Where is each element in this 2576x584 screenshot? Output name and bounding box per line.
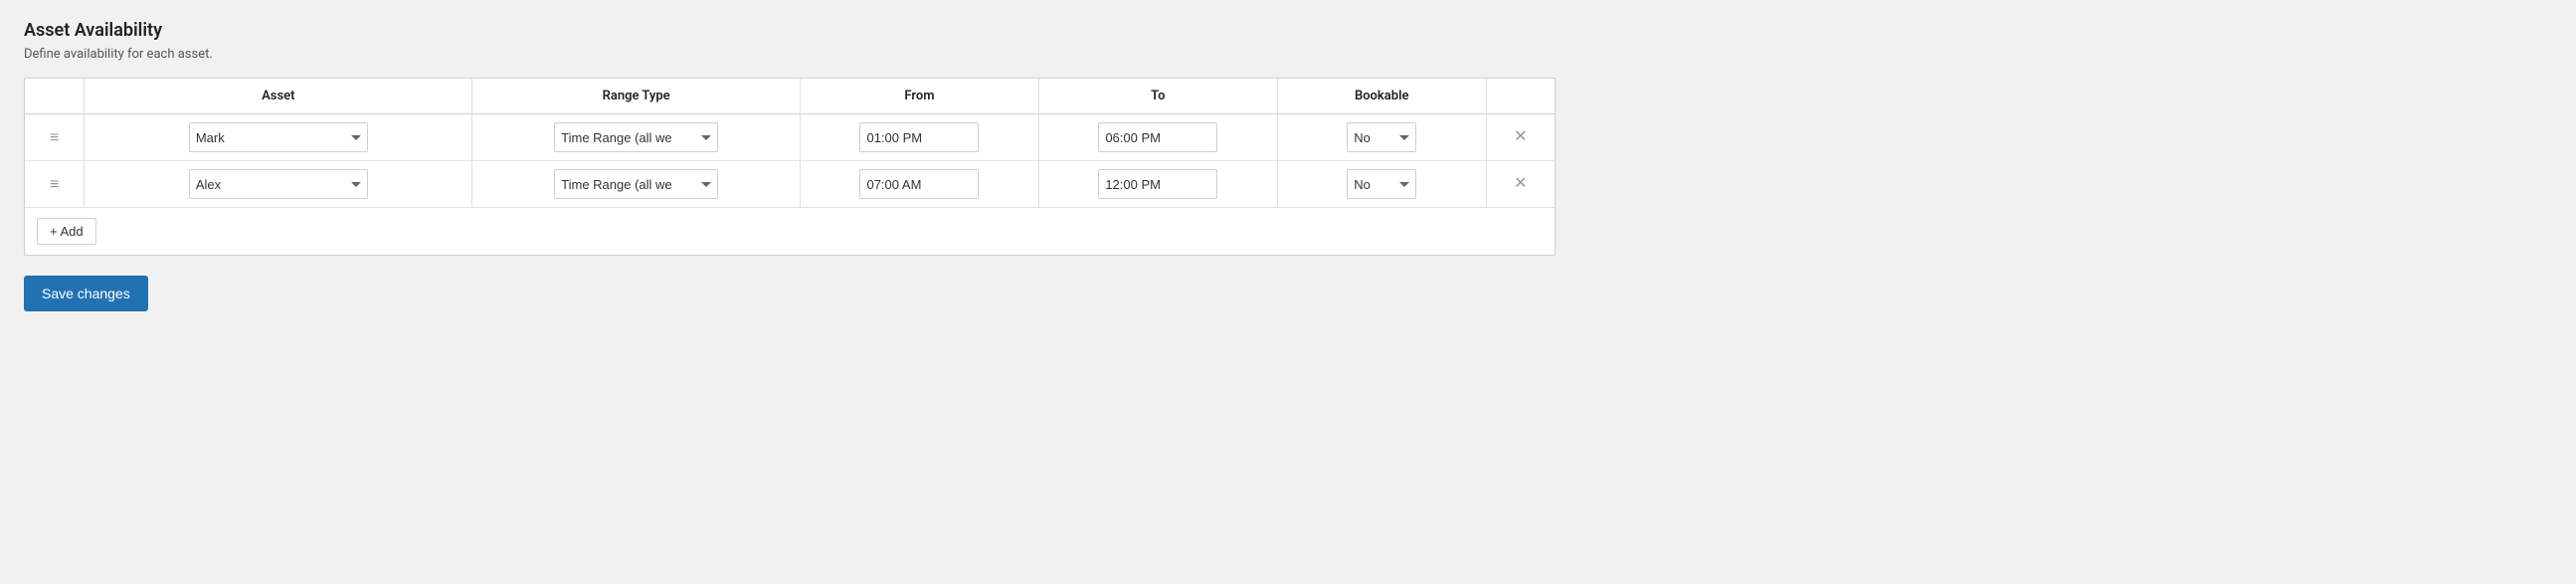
availability-table: Asset Range Type From To Bookable ≡ Mark (25, 79, 1555, 207)
delete-cell-2: ✕ (1486, 161, 1555, 208)
availability-table-container: Asset Range Type From To Bookable ≡ Mark (24, 78, 1556, 256)
page-title: Asset Availability (24, 20, 1556, 41)
table-row: ≡ Mark Alex Time Range (all we (25, 161, 1555, 208)
bookable-select-2[interactable]: No Yes (1347, 169, 1416, 199)
table-row: ≡ Mark Alex Time Range (all we (25, 114, 1555, 161)
page-wrapper: Asset Availability Define availability f… (24, 20, 1556, 311)
table-body: ≡ Mark Alex Time Range (all we (25, 114, 1555, 208)
range-type-cell-1: Time Range (all we (472, 114, 801, 161)
asset-cell-2: Mark Alex (85, 161, 472, 208)
from-cell-1 (801, 114, 1039, 161)
delete-cell-1: ✕ (1486, 114, 1555, 161)
header-delete (1486, 79, 1555, 114)
header-asset: Asset (85, 79, 472, 114)
range-type-select-wrapper-2: Time Range (all we (554, 169, 718, 199)
bookable-cell-1: No Yes (1277, 114, 1486, 161)
from-cell-2 (801, 161, 1039, 208)
range-type-select-1[interactable]: Time Range (all we (554, 122, 718, 152)
header-range-type: Range Type (472, 79, 801, 114)
to-input-1[interactable] (1098, 122, 1217, 152)
footer: Save changes (24, 276, 1556, 311)
table-header-row: Asset Range Type From To Bookable (25, 79, 1555, 114)
drag-handle-1[interactable]: ≡ (25, 114, 85, 161)
drag-handle-2[interactable]: ≡ (25, 161, 85, 208)
from-input-2[interactable] (859, 169, 979, 199)
add-button[interactable]: + Add (37, 218, 96, 245)
range-type-select-2[interactable]: Time Range (all we (554, 169, 718, 199)
bookable-cell-2: No Yes (1277, 161, 1486, 208)
asset-select-wrapper-2: Mark Alex (189, 169, 368, 199)
asset-cell-1: Mark Alex (85, 114, 472, 161)
header-bookable: Bookable (1277, 79, 1486, 114)
asset-select-1[interactable]: Mark Alex (189, 122, 368, 152)
range-type-select-wrapper-1: Time Range (all we (554, 122, 718, 152)
to-input-2[interactable] (1098, 169, 1217, 199)
to-cell-2 (1038, 161, 1277, 208)
bookable-select-wrapper-1: No Yes (1347, 122, 1416, 152)
bookable-select-1[interactable]: No Yes (1347, 122, 1416, 152)
save-changes-button[interactable]: Save changes (24, 276, 148, 311)
asset-select-2[interactable]: Mark Alex (189, 169, 368, 199)
range-type-cell-2: Time Range (all we (472, 161, 801, 208)
add-row-container: + Add (25, 207, 1555, 255)
from-input-1[interactable] (859, 122, 979, 152)
bookable-select-wrapper-2: No Yes (1347, 169, 1416, 199)
page-description: Define availability for each asset. (24, 47, 1556, 62)
asset-select-wrapper-1: Mark Alex (189, 122, 368, 152)
to-cell-1 (1038, 114, 1277, 161)
delete-button-1[interactable]: ✕ (1508, 127, 1533, 147)
header-to: To (1038, 79, 1277, 114)
header-from: From (801, 79, 1039, 114)
delete-button-2[interactable]: ✕ (1508, 174, 1533, 194)
header-drag (25, 79, 85, 114)
